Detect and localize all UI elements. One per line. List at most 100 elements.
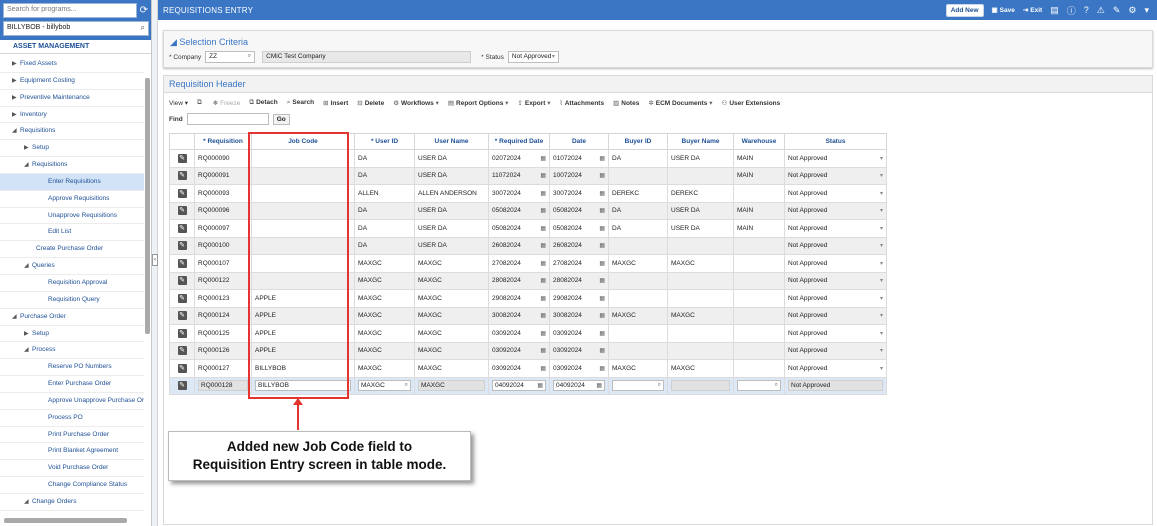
- edit-pencil-icon[interactable]: ✎: [177, 346, 187, 356]
- edit-icon[interactable]: ✎: [1113, 5, 1121, 16]
- cell-required-date[interactable]: ▦ 30072024: [488, 184, 550, 203]
- program-search-input[interactable]: Search for programs...: [3, 3, 137, 18]
- calendar-icon[interactable]: ▦: [540, 347, 546, 354]
- cell-required-date[interactable]: ▦ 11072024: [488, 166, 550, 185]
- chevron-down-icon[interactable]: ▾: [880, 155, 883, 162]
- cell-warehouse[interactable]: ⌕: [733, 376, 785, 395]
- cell-buyer-name[interactable]: [667, 341, 734, 360]
- nav-item[interactable]: ▶ Fixed Assets: [0, 56, 144, 73]
- save-button[interactable]: ▣ Save: [992, 6, 1015, 15]
- caret-down-icon[interactable]: ◢: [24, 494, 32, 510]
- calendar-icon[interactable]: ▦: [599, 312, 605, 319]
- attachments-button[interactable]: ⌇ Attachments: [560, 99, 605, 107]
- cell-user-id[interactable]: DA: [354, 149, 415, 168]
- calendar-icon[interactable]: ▦: [599, 172, 605, 179]
- cell-requisition[interactable]: RQ000107: [194, 254, 252, 273]
- cell-user-id[interactable]: ALLEN: [354, 184, 415, 203]
- edit-pencil-icon[interactable]: ✎: [177, 328, 187, 338]
- cell-buyer-name[interactable]: DEREKC: [667, 184, 734, 203]
- edit-pencil-icon[interactable]: ✎: [177, 188, 187, 198]
- cell-required-date[interactable]: ▦ 28082024: [488, 271, 550, 290]
- cell-user-id[interactable]: MAXGC: [354, 359, 415, 378]
- cell-user-name[interactable]: USER DA: [414, 149, 489, 168]
- calendar-icon[interactable]: ▦: [599, 242, 605, 249]
- nav-item[interactable]: Create Purchase Order: [0, 241, 144, 259]
- column-header-status[interactable]: Status: [784, 133, 887, 150]
- module-title[interactable]: ASSET MANAGEMENT: [0, 40, 151, 54]
- column-header-requisition[interactable]: * Requisition: [194, 133, 252, 150]
- cell-date[interactable]: ▦ 29082024: [549, 289, 609, 308]
- calendar-icon[interactable]: ▦: [540, 312, 546, 319]
- cell-date[interactable]: ▦ 03092024: [549, 359, 609, 378]
- calendar-icon[interactable]: ▦: [599, 190, 605, 197]
- cell-warehouse[interactable]: MAIN: [733, 219, 785, 238]
- calendar-icon[interactable]: ▦: [540, 172, 546, 179]
- report-icon[interactable]: ▤: [1050, 5, 1059, 16]
- calendar-icon[interactable]: ▦: [599, 365, 605, 372]
- nav-item[interactable]: ◢ Change Orders: [0, 494, 144, 511]
- cell-status[interactable]: ▾ Not Approved: [784, 324, 887, 343]
- caret-right-icon[interactable]: ▶: [24, 326, 32, 342]
- cell-buyer-id[interactable]: [608, 236, 668, 255]
- cell-status[interactable]: ▾ Not Approved: [784, 201, 887, 220]
- nav-item[interactable]: Reserve PO Numbers: [0, 359, 144, 377]
- chevron-down-icon[interactable]: ▾: [880, 190, 883, 197]
- cell-requisition[interactable]: RQ000100: [194, 236, 252, 255]
- nav-vertical-scrollbar[interactable]: [145, 78, 150, 334]
- cell-warehouse[interactable]: [733, 306, 785, 325]
- cell-status[interactable]: ▾ Not Approved: [784, 149, 887, 168]
- calendar-icon[interactable]: ▦: [540, 155, 546, 162]
- cell-user-name[interactable]: USER DA: [414, 219, 489, 238]
- cell-requisition[interactable]: RQ000128: [194, 376, 252, 395]
- cell-buyer-id[interactable]: DA: [608, 201, 668, 220]
- cell-required-date[interactable]: ▦ 27082024: [488, 254, 550, 273]
- caret-right-icon[interactable]: ▶: [12, 56, 20, 72]
- calendar-icon[interactable]: ▦: [540, 277, 546, 284]
- cell-date[interactable]: ▦ 05082024: [549, 219, 609, 238]
- nav-item[interactable]: Enter Requisitions: [0, 173, 144, 191]
- cell-date[interactable]: ▦ 30082024: [549, 306, 609, 325]
- cell-date[interactable]: ▦ 27082024: [549, 254, 609, 273]
- cell-user-name[interactable]: USER DA: [414, 166, 489, 185]
- cell-status[interactable]: ▾ Not Approved: [784, 219, 887, 238]
- cell-status[interactable]: ▾ Not Approved: [784, 289, 887, 308]
- cell-user-name[interactable]: USER DA: [414, 201, 489, 220]
- warehouse-input[interactable]: ⌕: [737, 380, 781, 392]
- detach-view-icon[interactable]: ⧉: [197, 99, 202, 107]
- cell-user-id[interactable]: DA: [354, 201, 415, 220]
- search-icon[interactable]: ⌕: [658, 382, 661, 389]
- calendar-icon[interactable]: ▦: [599, 277, 605, 284]
- cell-requisition[interactable]: RQ000090: [194, 149, 252, 168]
- cell-user-name[interactable]: MAXGC: [414, 324, 489, 343]
- cell-date[interactable]: ▦ 26082024: [549, 236, 609, 255]
- cell-buyer-id[interactable]: DA: [608, 149, 668, 168]
- chevron-down-icon[interactable]: ▾: [880, 312, 883, 319]
- cell-user-id[interactable]: DA: [354, 219, 415, 238]
- nav-horizontal-scrollbar[interactable]: [4, 518, 127, 523]
- column-header-warehouse[interactable]: Warehouse: [733, 133, 785, 150]
- add-new-button[interactable]: Add New: [945, 3, 984, 17]
- user-extensions-button[interactable]: ⚇ User Extensions: [722, 99, 781, 107]
- nav-item[interactable]: Approve Unapprove Purchase Orc: [0, 393, 144, 410]
- cell-warehouse[interactable]: MAIN: [733, 201, 785, 220]
- calendar-icon[interactable]: ▦: [540, 242, 546, 249]
- search-icon[interactable]: ⌕: [248, 53, 251, 60]
- cell-buyer-id[interactable]: [608, 341, 668, 360]
- cell-status[interactable]: ▾ Not Approved: [784, 306, 887, 325]
- calendar-icon[interactable]: ▦: [540, 190, 546, 197]
- caret-down-icon[interactable]: ◢: [24, 342, 32, 358]
- cell-user-id[interactable]: MAXGC: [354, 324, 415, 343]
- cell-status[interactable]: ▾ Not Approved: [784, 184, 887, 203]
- cell-user-name[interactable]: MAXGC: [414, 306, 489, 325]
- nav-item[interactable]: Requisition Approval: [0, 275, 144, 292]
- selection-criteria-title[interactable]: ◢ Selection Criteria: [170, 37, 248, 48]
- nav-item[interactable]: Process PO: [0, 410, 144, 427]
- calendar-icon[interactable]: ▦: [599, 155, 605, 162]
- calendar-icon[interactable]: ▦: [599, 295, 605, 302]
- chevron-down-icon[interactable]: ▾: [880, 225, 883, 232]
- cell-date[interactable]: ▦ 03092024: [549, 324, 609, 343]
- ecm-documents-menu[interactable]: ✲ ECM Documents ▾: [648, 99, 712, 107]
- chevron-down-icon[interactable]: ▾: [880, 347, 883, 354]
- calendar-icon[interactable]: ▦: [599, 260, 605, 267]
- nav-item[interactable]: Print Purchase Order: [0, 427, 144, 444]
